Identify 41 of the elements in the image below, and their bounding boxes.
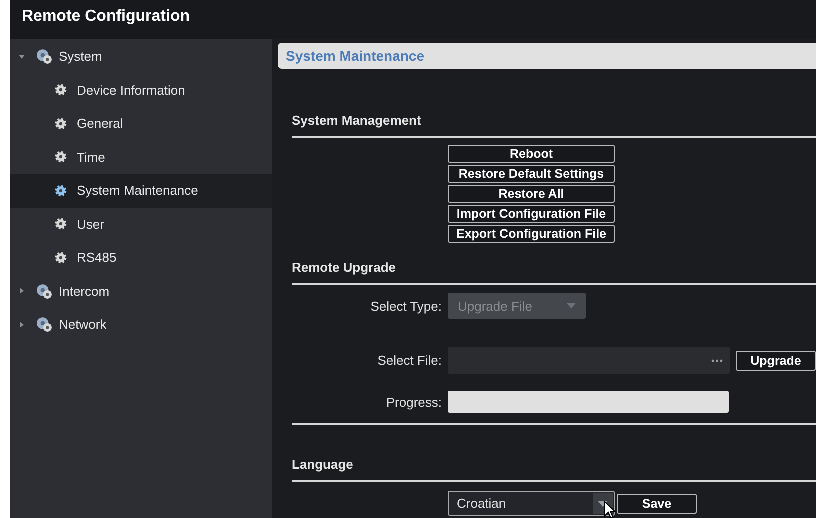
- action-button[interactable]: Restore All: [448, 185, 615, 203]
- gear-icon: [54, 150, 68, 164]
- gear-icon: [54, 116, 68, 131]
- section-title: Remote Upgrade: [292, 260, 398, 277]
- tree-item[interactable]: User: [10, 208, 272, 241]
- gears-icon: [36, 48, 53, 66]
- tree-item[interactable]: Network: [10, 308, 272, 342]
- gear-icon: [54, 83, 68, 98]
- tree-item[interactable]: Device Information: [10, 74, 272, 107]
- gears-icon: [36, 282, 53, 300]
- caret-icon: [18, 52, 26, 61]
- section-title: Language: [292, 457, 354, 474]
- field-label: Progress:: [385, 394, 443, 410]
- mouse-cursor-icon: [604, 501, 616, 518]
- action-button[interactable]: Import Configuration File: [448, 205, 615, 223]
- field-label: Select Type:: [370, 298, 443, 314]
- gear-icon: [54, 184, 68, 198]
- tree-item[interactable]: RS485: [10, 241, 272, 274]
- action-button[interactable]: Export Configuration File: [448, 225, 615, 243]
- tree-item[interactable]: System Maintenance: [10, 174, 272, 208]
- tree-item[interactable]: General: [10, 107, 272, 140]
- gear-icon: [54, 250, 68, 265]
- gears-icon: [36, 316, 53, 334]
- tree-item[interactable]: Time: [10, 140, 272, 174]
- action-button[interactable]: Restore Default Settings: [448, 165, 615, 183]
- caret-icon: [18, 320, 26, 329]
- caret-icon: [18, 287, 26, 296]
- browse-button[interactable]: •••: [712, 356, 724, 366]
- section-title: System Management: [292, 113, 422, 130]
- save-button[interactable]: Save: [617, 494, 697, 514]
- page-header: System Maintenance: [278, 43, 816, 69]
- tree-item[interactable]: Intercom: [10, 274, 272, 308]
- tree-item[interactable]: System: [10, 40, 272, 74]
- language-dropdown[interactable]: Croatian: [448, 491, 615, 516]
- action-button[interactable]: Reboot: [448, 145, 615, 163]
- window-title: Remote Configuration: [22, 8, 190, 26]
- upgrade-button[interactable]: Upgrade: [736, 350, 816, 370]
- field-label: Select File:: [376, 353, 443, 368]
- gear-icon: [54, 217, 68, 232]
- file-field[interactable]: •••: [448, 347, 730, 374]
- caret-icon: [567, 303, 576, 309]
